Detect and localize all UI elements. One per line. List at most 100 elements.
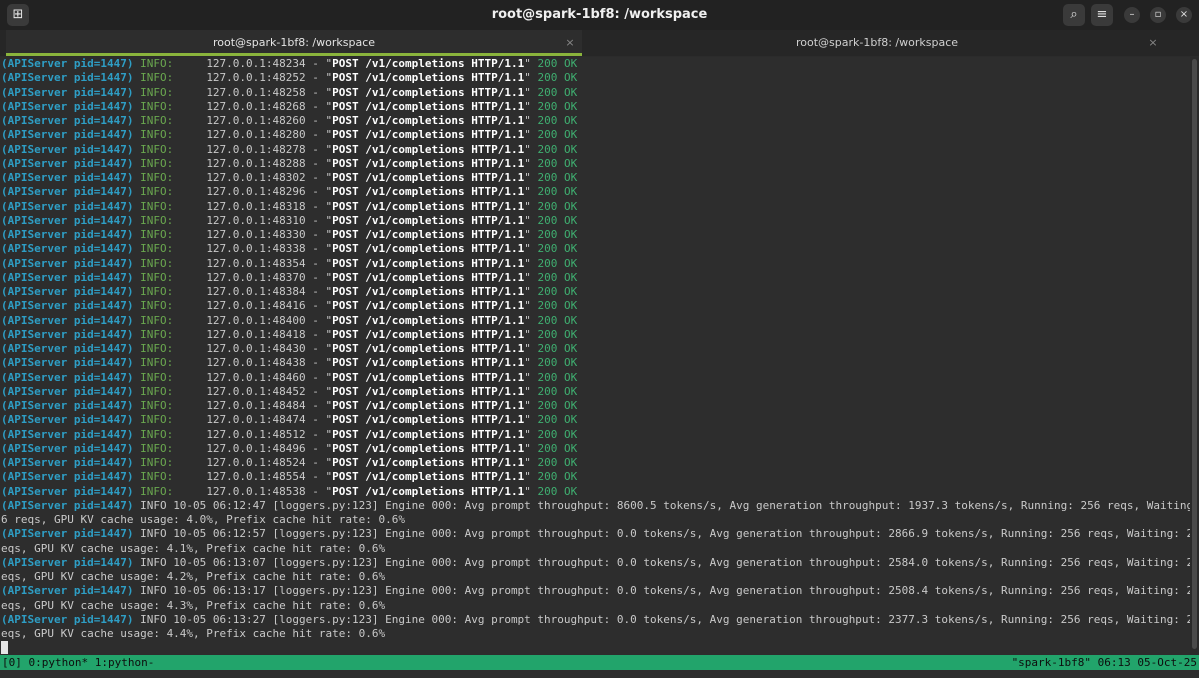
log-request: POST /v1/completions HTTP/1.1 xyxy=(332,384,525,398)
log-request: POST /v1/completions HTTP/1.1 xyxy=(332,156,525,170)
log-prefix: (APIServer pid=1447) xyxy=(1,470,134,484)
log-quote: " xyxy=(524,185,538,199)
log-prefix: (APIServer pid=1447) xyxy=(1,156,134,170)
terminal-output[interactable]: (APIServer pid=1447) INFO: 127.0.0.1:482… xyxy=(0,57,1190,655)
log-status: 200 OK xyxy=(537,142,578,156)
log-prefix: (APIServer pid=1447) xyxy=(1,256,134,270)
log-quote: " xyxy=(524,228,538,241)
log-status: 200 OK xyxy=(537,228,578,241)
log-line-request: (APIServer pid=1447) INFO: 127.0.0.1:483… xyxy=(1,242,1190,256)
log-request: POST /v1/completions HTTP/1.1 xyxy=(332,185,525,199)
log-status: 200 OK xyxy=(537,313,578,327)
log-request: POST /v1/completions HTTP/1.1 xyxy=(332,313,525,327)
log-quote: " xyxy=(524,413,538,427)
log-level: INFO: xyxy=(133,356,207,370)
log-request: POST /v1/completions HTTP/1.1 xyxy=(332,427,525,441)
log-prefix: (APIServer pid=1447) xyxy=(1,456,134,469)
prompt-line[interactable] xyxy=(1,641,1190,655)
log-status: 200 OK xyxy=(537,470,578,484)
log-prefix: (APIServer pid=1447) xyxy=(1,612,134,626)
log-request: POST /v1/completions HTTP/1.1 xyxy=(332,171,525,184)
log-level: INFO: xyxy=(133,384,207,398)
hamburger-menu-icon[interactable]: ≡ xyxy=(1091,4,1113,26)
log-status: 200 OK xyxy=(537,327,578,341)
log-request: POST /v1/completions HTTP/1.1 xyxy=(332,356,525,370)
log-line-engine-stats: (APIServer pid=1447) INFO 10-05 06:12:47… xyxy=(1,499,1190,513)
tab-terminal-1[interactable]: root@spark-1bf8: /workspace × xyxy=(6,30,582,56)
log-request: POST /v1/completions HTTP/1.1 xyxy=(332,128,525,142)
log-prefix: (APIServer pid=1447) xyxy=(1,313,134,327)
log-quote: " xyxy=(524,256,538,270)
log-client: 127.0.0.1:48302 - xyxy=(206,171,326,184)
log-prefix: (APIServer pid=1447) xyxy=(1,427,134,441)
log-quote: " xyxy=(524,71,538,85)
log-level: INFO: xyxy=(133,57,207,70)
log-prefix: (APIServer pid=1447) xyxy=(1,555,134,569)
log-client: 127.0.0.1:48452 - xyxy=(206,384,326,398)
log-status: 200 OK xyxy=(537,57,578,70)
tab-close-icon[interactable]: × xyxy=(564,30,576,56)
log-prefix: (APIServer pid=1447) xyxy=(1,498,134,512)
log-level: INFO: xyxy=(133,270,207,284)
log-status: 200 OK xyxy=(537,71,578,85)
log-level: INFO: xyxy=(133,99,207,113)
log-request: POST /v1/completions HTTP/1.1 xyxy=(332,142,525,156)
log-line-request: (APIServer pid=1447) INFO: 127.0.0.1:483… xyxy=(1,257,1190,271)
log-status: 200 OK xyxy=(537,342,578,355)
restore-icon[interactable]: ▫ xyxy=(1150,7,1166,23)
log-line-request: (APIServer pid=1447) INFO: 127.0.0.1:484… xyxy=(1,385,1190,399)
tmux-window-list[interactable]: [0] 0:python* 1:python- xyxy=(2,655,154,670)
log-quote: " xyxy=(524,456,538,469)
log-prefix: (APIServer pid=1447) xyxy=(1,441,134,455)
log-line-engine-stats: (APIServer pid=1447) INFO 10-05 06:13:27… xyxy=(1,613,1190,627)
log-line-request: (APIServer pid=1447) INFO: 127.0.0.1:482… xyxy=(1,157,1190,171)
log-line-request: (APIServer pid=1447) INFO: 127.0.0.1:482… xyxy=(1,128,1190,142)
log-quote: " xyxy=(524,285,538,298)
minimize-icon[interactable]: – xyxy=(1124,7,1140,23)
log-quote: " xyxy=(524,171,538,184)
search-icon[interactable]: ⌕ xyxy=(1063,4,1085,26)
log-line-request: (APIServer pid=1447) INFO: 127.0.0.1:483… xyxy=(1,271,1190,285)
log-line-request: (APIServer pid=1447) INFO: 127.0.0.1:485… xyxy=(1,456,1190,470)
log-level: INFO: xyxy=(133,114,207,127)
log-client: 127.0.0.1:48370 - xyxy=(206,270,326,284)
log-client: 127.0.0.1:48318 - xyxy=(206,199,326,213)
log-line-request: (APIServer pid=1447) INFO: 127.0.0.1:483… xyxy=(1,171,1190,185)
scrollbar[interactable] xyxy=(1190,57,1199,655)
log-level: INFO: xyxy=(133,399,207,412)
log-quote: " xyxy=(524,313,538,327)
log-level: INFO: xyxy=(133,456,207,469)
log-client: 127.0.0.1:48484 - xyxy=(206,399,326,412)
log-level: INFO: xyxy=(133,185,207,199)
tab-terminal-2[interactable]: root@spark-1bf8: /workspace × xyxy=(589,30,1165,56)
log-status: 200 OK xyxy=(537,256,578,270)
log-quote: " xyxy=(524,85,538,99)
log-client: 127.0.0.1:48384 - xyxy=(206,285,326,298)
log-client: 127.0.0.1:48260 - xyxy=(206,114,326,127)
log-line-request: (APIServer pid=1447) INFO: 127.0.0.1:483… xyxy=(1,200,1190,214)
log-status: 200 OK xyxy=(537,441,578,455)
log-level: INFO: xyxy=(133,327,207,341)
close-icon[interactable]: × xyxy=(1176,7,1192,23)
log-prefix: (APIServer pid=1447) xyxy=(1,384,134,398)
log-request: POST /v1/completions HTTP/1.1 xyxy=(332,484,525,498)
log-status: 200 OK xyxy=(537,156,578,170)
log-request: POST /v1/completions HTTP/1.1 xyxy=(332,71,525,85)
tab-close-icon[interactable]: × xyxy=(1147,30,1159,56)
log-request: POST /v1/completions HTTP/1.1 xyxy=(332,327,525,341)
log-level: INFO: xyxy=(133,313,207,327)
log-request: POST /v1/completions HTTP/1.1 xyxy=(332,85,525,99)
log-level: INFO: xyxy=(133,142,207,156)
log-client: 127.0.0.1:48416 - xyxy=(206,299,326,313)
scrollbar-thumb[interactable] xyxy=(1192,59,1197,649)
log-status: 200 OK xyxy=(537,384,578,398)
log-quote: " xyxy=(524,270,538,284)
log-line-request: (APIServer pid=1447) INFO: 127.0.0.1:484… xyxy=(1,299,1190,313)
log-status: 200 OK xyxy=(537,356,578,370)
log-status: 200 OK xyxy=(537,128,578,142)
log-prefix: (APIServer pid=1447) xyxy=(1,185,134,199)
log-line-engine-stats: (APIServer pid=1447) INFO 10-05 06:13:07… xyxy=(1,556,1190,570)
log-status: 200 OK xyxy=(537,299,578,313)
log-line-request: (APIServer pid=1447) INFO: 127.0.0.1:484… xyxy=(1,442,1190,456)
log-quote: " xyxy=(524,128,538,142)
